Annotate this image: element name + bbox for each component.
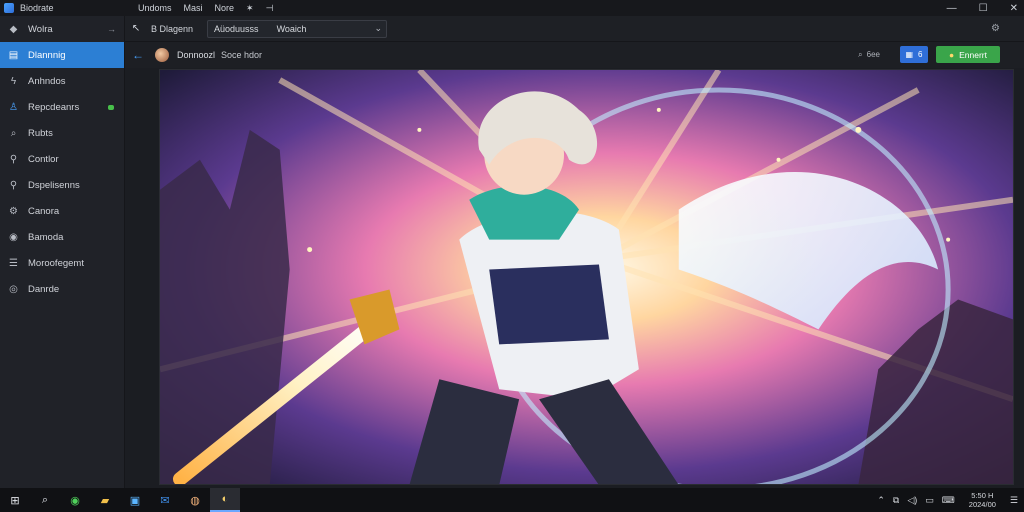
page-subtitle: Soce hdor bbox=[221, 50, 263, 60]
app-logo-icon bbox=[4, 3, 14, 13]
toolbar: ↖ B Dlagenn Aüoduusss Woaich ⌄ ⚙ bbox=[125, 16, 1024, 42]
active-app-icon[interactable]: ◐ bbox=[210, 488, 240, 512]
clock-date: 2024/00 bbox=[968, 500, 996, 509]
view-select[interactable]: Aüoduusss Woaich ⌄ bbox=[207, 19, 388, 38]
mail-icon[interactable]: ✉ bbox=[150, 488, 180, 512]
select-value: Aüoduusss bbox=[214, 23, 259, 34]
volume-icon[interactable]: ◁) bbox=[907, 495, 917, 506]
maximize-icon[interactable]: ☐ bbox=[979, 3, 988, 14]
document-icon: ▤ bbox=[8, 49, 19, 61]
back-arrow-icon[interactable]: ← bbox=[125, 48, 151, 62]
status-badge bbox=[108, 104, 114, 110]
sidebar-item-label: Bamoda bbox=[28, 231, 64, 243]
header-actions: ⌕ 6ee ▦ 6 ● Ennerrt bbox=[858, 46, 1000, 63]
view-toggle-button[interactable]: ▦ 6 bbox=[900, 46, 928, 63]
sidebar-item-anhndos[interactable]: ϟ Anhndos bbox=[0, 68, 124, 94]
pin-icon[interactable]: ✶ bbox=[246, 3, 254, 14]
home-icon: ◆ bbox=[9, 23, 18, 35]
folder-icon[interactable]: ▰ bbox=[90, 488, 120, 512]
camera-icon: ◉ bbox=[9, 231, 18, 243]
export-button[interactable]: ● Ennerrt bbox=[936, 46, 1000, 63]
export-icon: ● bbox=[948, 49, 955, 60]
sidebar-item-label: Rubts bbox=[28, 127, 53, 139]
sidebar-item-moroofegemt[interactable]: ☰ Moroofegemt bbox=[0, 250, 124, 276]
export-button-label: Ennerrt bbox=[959, 49, 987, 60]
settings-icon[interactable]: ⚙ bbox=[991, 23, 1000, 34]
avatar[interactable] bbox=[155, 48, 169, 62]
user-icon: ♙ bbox=[9, 101, 18, 113]
sidebar-item-dlannnig[interactable]: ▤ Dlannnig bbox=[0, 42, 124, 68]
app-name: Biodrate bbox=[20, 3, 54, 13]
sidebar-item-rubts[interactable]: ⌕ Rubts bbox=[0, 120, 124, 146]
sidebar-item-label: Dspelisenns bbox=[28, 179, 80, 191]
sidebar-item-label: Repcdeanrs bbox=[28, 101, 80, 113]
sidebar-item-contlor[interactable]: ⚲ Contlor bbox=[0, 146, 124, 172]
menu-item-masi[interactable]: Masi bbox=[184, 3, 203, 13]
network-icon[interactable]: ⧉ bbox=[893, 495, 899, 506]
grid-icon: ▦ bbox=[905, 50, 914, 59]
search-icon: ⌕ bbox=[10, 127, 17, 139]
taskbar: ⊞ ⌕ ◉ ▰ ▣ ✉ ◍ ◐ ⌃ ⧉ ◁) ▭ ⌨ 5:50 H 2024/0… bbox=[0, 488, 1024, 512]
chevron-down-icon: ⌄ bbox=[374, 23, 383, 33]
system-tray: ⌃ ⧉ ◁) ▭ ⌨ 5:50 H 2024/00 ☰ bbox=[877, 488, 1018, 512]
pin-icon: ⚲ bbox=[9, 153, 18, 165]
artwork-canvas[interactable] bbox=[159, 69, 1014, 485]
sidebar-item-repcdeanrs[interactable]: ♙ Repcdeanrs bbox=[0, 94, 124, 120]
clock[interactable]: 5:50 H 2024/00 bbox=[969, 491, 996, 509]
sidebar-item-label: Contlor bbox=[28, 153, 59, 165]
sidebar-item-label: Anhndos bbox=[28, 75, 66, 87]
anime-artwork-image bbox=[160, 70, 1013, 484]
clock-time: 5:50 H bbox=[971, 491, 994, 500]
gear-icon: ⚙ bbox=[9, 205, 18, 217]
sidebar: ◆ Wolra → ▤ Dlannnig ϟ Anhndos ♙ Repcdea… bbox=[0, 16, 125, 488]
search-icon: ⌕ bbox=[858, 49, 863, 59]
sidebar-item-label: Canora bbox=[28, 205, 60, 217]
page-title: Donnoozl bbox=[177, 50, 216, 60]
window-controls: — ☐ ✕ bbox=[947, 0, 1018, 16]
sidebar-item-wolra[interactable]: ◆ Wolra → bbox=[0, 16, 124, 42]
title-bar: Biodrate Undoms Masi Nore ✶ ⊣ — ☐ ✕ bbox=[0, 0, 1024, 16]
close-icon[interactable]: ✕ bbox=[1010, 3, 1018, 14]
menu-item-undoms[interactable]: Undoms bbox=[138, 3, 172, 13]
view-toggle-label: 6 bbox=[918, 50, 923, 59]
search-icon[interactable]: ⌕ bbox=[30, 488, 60, 512]
app-window: Biodrate Undoms Masi Nore ✶ ⊣ — ☐ ✕ ◆ Wo… bbox=[0, 0, 1024, 488]
sidebar-item-danrde[interactable]: ◎ Danrde bbox=[0, 276, 124, 302]
sidebar-item-bamoda[interactable]: ◉ Bamoda bbox=[0, 224, 124, 250]
browser-icon[interactable]: ◉ bbox=[60, 488, 90, 512]
sidebar-item-label: Danrde bbox=[28, 283, 60, 295]
photos-app-icon[interactable]: ◍ bbox=[180, 488, 210, 512]
sidebar-item-dspelisenns[interactable]: ⚲ Dspelisenns bbox=[0, 172, 124, 198]
toolbar-label[interactable]: B Dlagenn bbox=[151, 24, 193, 34]
menu-item-nore[interactable]: Nore bbox=[215, 3, 235, 13]
sidebar-item-label: Moroofegemt bbox=[28, 257, 84, 269]
bolt-icon: ϟ bbox=[10, 75, 17, 87]
sidebar-item-label: Dlannnig bbox=[28, 49, 66, 61]
search-text: 6ee bbox=[866, 50, 880, 59]
list-icon: ☰ bbox=[9, 257, 18, 269]
sidebar-item-label: Wolra bbox=[28, 23, 53, 35]
minimize-icon[interactable]: — bbox=[947, 3, 957, 14]
arrow-right-icon: → bbox=[107, 24, 116, 34]
search-control[interactable]: ⌕ 6ee bbox=[858, 50, 880, 60]
split-icon[interactable]: ⊣ bbox=[266, 3, 274, 14]
content-header: ← Donnoozl Soce hdor ⌕ 6ee ▦ 6 ● Ennerrt bbox=[125, 42, 1024, 68]
disc-icon: ◎ bbox=[9, 283, 18, 295]
pin-icon: ⚲ bbox=[9, 179, 18, 191]
chevron-up-icon[interactable]: ⌃ bbox=[877, 495, 885, 506]
sidebar-item-canora[interactable]: ⚙ Canora bbox=[0, 198, 124, 224]
notification-icon[interactable]: ☰ bbox=[1010, 495, 1018, 506]
battery-icon[interactable]: ▭ bbox=[925, 495, 934, 506]
select-value-secondary: Woaich bbox=[276, 23, 307, 34]
menu-bar: Undoms Masi Nore ✶ ⊣ bbox=[138, 3, 273, 14]
windows-start-icon[interactable]: ⊞ bbox=[0, 488, 30, 512]
store-icon[interactable]: ▣ bbox=[120, 488, 150, 512]
language-icon[interactable]: ⌨ bbox=[942, 495, 955, 506]
cursor-icon[interactable]: ↖ bbox=[125, 23, 147, 34]
